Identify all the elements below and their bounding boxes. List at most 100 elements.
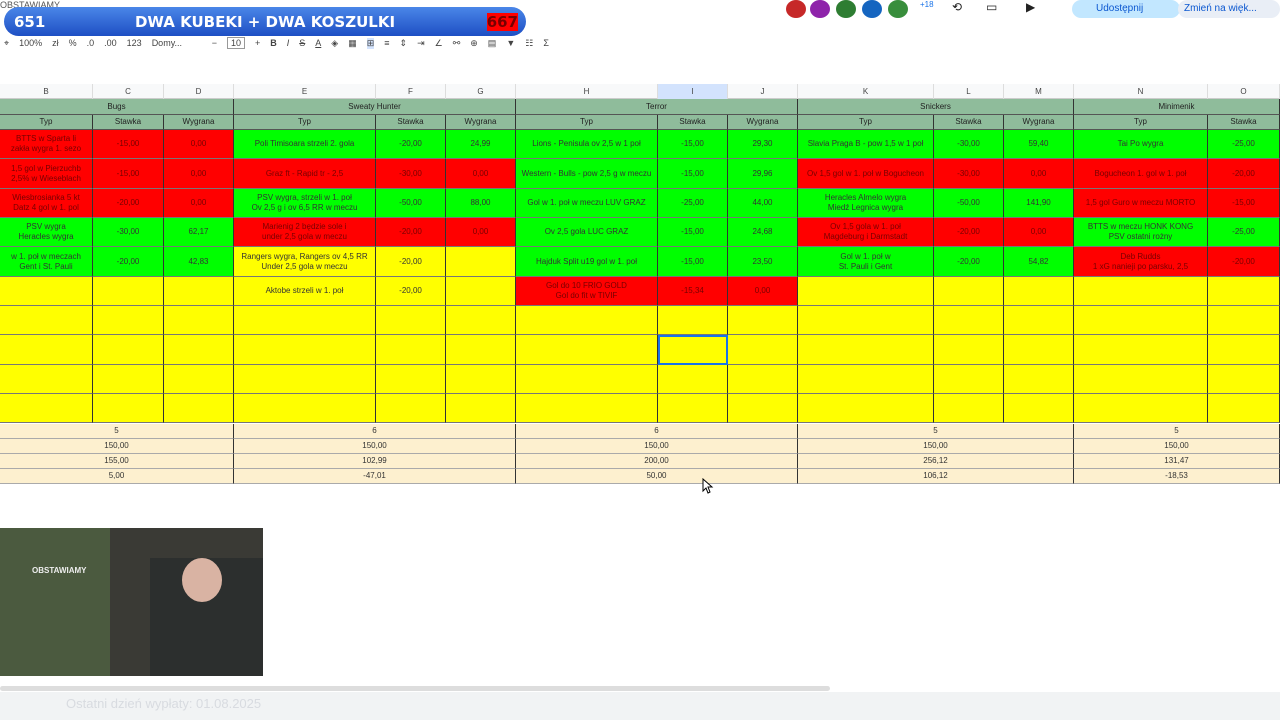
won-cell[interactable] — [164, 394, 234, 423]
horizontal-scrollbar[interactable] — [0, 686, 830, 691]
font-size-input[interactable]: 10 — [226, 37, 245, 49]
won-cell[interactable]: 0,00 — [164, 159, 234, 189]
stake-cell[interactable]: -30,00 — [93, 218, 164, 247]
bet-type-cell[interactable]: BTTS w Sparta li zakła wygra 1. sezo — [0, 130, 93, 159]
won-cell[interactable]: 23,50 — [728, 247, 798, 277]
stake-cell[interactable] — [934, 306, 1004, 335]
won-cell[interactable] — [728, 335, 798, 365]
share-button[interactable]: Udostępnij — [1072, 0, 1180, 18]
won-cell[interactable]: 0,00 — [164, 130, 234, 159]
stake-cell[interactable]: -15,00 — [1208, 189, 1280, 218]
won-cell[interactable] — [446, 394, 516, 423]
bet-type-cell[interactable] — [516, 335, 658, 365]
bet-type-cell[interactable]: PSV wygra Heracles wygra — [0, 218, 93, 247]
won-cell[interactable] — [1004, 365, 1074, 394]
bet-type-cell[interactable]: Ov 1,5 gol w 1. poł w Bogucheon — [798, 159, 934, 189]
count-cell[interactable]: 5 — [798, 424, 1074, 439]
bet-type-cell[interactable]: PSV wygra, strzeli w 1. poł Ov 2,5 g i o… — [234, 189, 376, 218]
rotate-icon[interactable]: ∠ — [435, 38, 443, 49]
column-header-e[interactable]: E — [234, 84, 376, 99]
bet-type-cell[interactable]: BTTS w meczu HONK KONG PSV ostatni rożny — [1074, 218, 1208, 247]
bet-type-cell[interactable]: Slavia Praga B - pow 1,5 w 1 poł — [798, 130, 934, 159]
stake-cell[interactable]: -15,00 — [658, 159, 728, 189]
stake-cell[interactable]: -30,00 — [934, 130, 1004, 159]
won-cell[interactable]: 54,82 — [1004, 247, 1074, 277]
total-stake-cell[interactable]: 150,00 — [798, 439, 1074, 454]
comment-icon[interactable]: ⊕ — [470, 38, 478, 49]
column-header-k[interactable]: K — [798, 84, 934, 99]
profit-cell[interactable]: -18,53 — [1074, 469, 1280, 484]
fill-color-icon[interactable]: ◈ — [331, 38, 338, 49]
column-header-h[interactable]: H — [516, 84, 658, 99]
won-cell[interactable]: 24,68 — [728, 218, 798, 247]
bet-type-cell[interactable] — [1074, 306, 1208, 335]
bet-type-cell[interactable] — [516, 306, 658, 335]
stake-cell[interactable] — [1208, 306, 1280, 335]
won-cell[interactable]: 42,83 — [164, 247, 234, 277]
stake-cell[interactable] — [934, 394, 1004, 423]
percent-button[interactable]: % — [69, 38, 77, 48]
valign-icon[interactable]: ⇕ — [400, 38, 408, 49]
bet-type-cell[interactable] — [516, 365, 658, 394]
selected-cell[interactable] — [658, 335, 728, 365]
profit-cell[interactable]: 5,00 — [0, 469, 234, 484]
filter-views-icon[interactable]: ☷ — [525, 38, 533, 49]
bet-type-cell[interactable]: Hajduk Split u19 gol w 1. poł — [516, 247, 658, 277]
bet-type-cell[interactable] — [1074, 394, 1208, 423]
won-cell[interactable] — [1004, 394, 1074, 423]
comments-icon[interactable]: ▭ — [986, 0, 997, 14]
won-cell[interactable]: 0,00 — [1004, 218, 1074, 247]
functions-button[interactable]: Σ — [543, 38, 549, 48]
stake-cell[interactable] — [934, 335, 1004, 365]
column-header-m[interactable]: M — [1004, 84, 1074, 99]
count-cell[interactable]: 6 — [516, 424, 798, 439]
bet-type-cell[interactable] — [798, 394, 934, 423]
total-stake-cell[interactable]: 150,00 — [1074, 439, 1280, 454]
paint-format-icon[interactable]: ⌖ — [4, 38, 9, 49]
bet-type-cell[interactable]: Ov 2,5 gola LUC GRAZ — [516, 218, 658, 247]
bet-type-cell[interactable] — [234, 394, 376, 423]
bet-type-cell[interactable] — [798, 277, 934, 306]
stake-cell[interactable] — [934, 365, 1004, 394]
won-cell[interactable] — [164, 335, 234, 365]
font-select[interactable]: Domy... — [152, 38, 202, 48]
won-cell[interactable]: 24,99 — [446, 130, 516, 159]
won-cell[interactable]: 0,00 — [728, 277, 798, 306]
won-cell[interactable] — [164, 306, 234, 335]
stake-cell[interactable]: -20,00 — [1208, 159, 1280, 189]
profit-cell[interactable]: 50,00 — [516, 469, 798, 484]
bet-type-cell[interactable]: Western - Bulls - pow 2,5 g w meczu — [516, 159, 658, 189]
won-cell[interactable]: 141,90 — [1004, 189, 1074, 218]
count-cell[interactable]: 6 — [234, 424, 516, 439]
column-header-l[interactable]: L — [934, 84, 1004, 99]
bet-type-cell[interactable] — [0, 365, 93, 394]
avatar[interactable] — [862, 0, 882, 18]
profit-cell[interactable]: 106,12 — [798, 469, 1074, 484]
won-cell[interactable] — [728, 306, 798, 335]
stake-cell[interactable]: -15,00 — [658, 247, 728, 277]
won-cell[interactable]: 0,00 — [164, 189, 234, 218]
stake-cell[interactable] — [1208, 394, 1280, 423]
total-won-cell[interactable]: 155,00 — [0, 454, 234, 469]
stake-cell[interactable] — [1208, 335, 1280, 365]
stake-cell[interactable] — [658, 394, 728, 423]
total-won-cell[interactable]: 131,47 — [1074, 454, 1280, 469]
total-stake-cell[interactable]: 150,00 — [0, 439, 234, 454]
bet-type-cell[interactable]: 1,5 gol Guro w meczu MORTO — [1074, 189, 1208, 218]
avatar[interactable] — [786, 0, 806, 18]
won-cell[interactable]: 29,30 — [728, 130, 798, 159]
won-cell[interactable] — [446, 306, 516, 335]
bet-type-cell[interactable]: Deb Rudds 1 xG nanieji po parsku, 2,5 — [1074, 247, 1208, 277]
stake-cell[interactable] — [93, 306, 164, 335]
bet-type-cell[interactable]: Gol do 10 FRIO GOLD Gol do fit w TIVIF — [516, 277, 658, 306]
column-header-d[interactable]: D — [164, 84, 234, 99]
stake-cell[interactable] — [1208, 277, 1280, 306]
won-cell[interactable] — [446, 365, 516, 394]
stake-cell[interactable]: -30,00 — [376, 159, 446, 189]
total-won-cell[interactable]: 200,00 — [516, 454, 798, 469]
won-cell[interactable] — [1004, 335, 1074, 365]
avatar[interactable] — [888, 0, 908, 18]
stake-cell[interactable]: -20,00 — [93, 247, 164, 277]
filter-icon[interactable]: ▼ — [506, 38, 515, 48]
bet-type-cell[interactable]: Marienig 2 będzie sole i under 2,5 gola … — [234, 218, 376, 247]
